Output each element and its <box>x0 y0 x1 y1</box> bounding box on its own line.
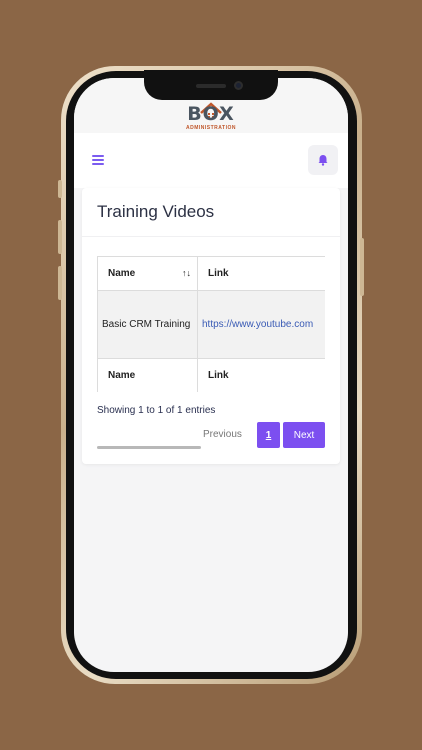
table-footer-row: Name Link <box>97 358 325 392</box>
card-divider <box>82 236 340 237</box>
logo-text: BOX <box>187 103 235 125</box>
footer-link: Link <box>197 358 325 392</box>
table-container[interactable]: Name ↑↓ Link Basic CRM Training https://… <box>97 256 325 392</box>
phone-volume-up <box>58 220 62 254</box>
pagination-page-1[interactable]: 1 <box>257 422 280 448</box>
table-row: Basic CRM Training https://www.youtube.c… <box>97 290 325 359</box>
app-header <box>74 133 348 188</box>
videos-table: Name ↑↓ Link Basic CRM Training https://… <box>97 256 325 392</box>
logo-subtitle: ADMINISTRATION <box>186 125 236 131</box>
pagination-next[interactable]: Next <box>283 422 325 448</box>
entries-info: Showing 1 to 1 of 1 entries <box>97 405 216 416</box>
training-videos-card: Training Videos Name ↑↓ Link Basic CRM T… <box>82 188 340 464</box>
cell-name: Basic CRM Training <box>97 290 198 359</box>
column-header-name[interactable]: Name ↑↓ <box>97 256 198 291</box>
column-header-link[interactable]: Link <box>197 256 325 291</box>
app-screen: BOX ADMINISTRATION Training Videos Name <box>74 78 348 672</box>
column-header-name-label: Name <box>108 268 136 279</box>
pagination-previous[interactable]: Previous <box>203 429 242 440</box>
hamburger-icon[interactable] <box>92 155 104 165</box>
phone-speaker <box>196 84 226 88</box>
footer-name: Name <box>97 358 198 392</box>
horizontal-scrollbar[interactable] <box>97 446 201 449</box>
table-header-row: Name ↑↓ Link <box>97 256 325 291</box>
page-title: Training Videos <box>97 202 215 221</box>
cell-link: https://www.youtube.com <box>197 290 325 359</box>
phone-side-button <box>58 180 62 198</box>
sort-icon[interactable]: ↑↓ <box>182 268 191 278</box>
notification-button[interactable] <box>308 145 338 175</box>
phone-volume-down <box>58 266 62 300</box>
video-link[interactable]: https://www.youtube.com <box>202 319 313 330</box>
phone-power-button <box>360 238 364 296</box>
column-header-link-label: Link <box>208 268 229 279</box>
phone-camera <box>234 81 243 90</box>
bell-icon <box>318 155 328 166</box>
box-logo: BOX ADMINISTRATION <box>179 101 243 131</box>
